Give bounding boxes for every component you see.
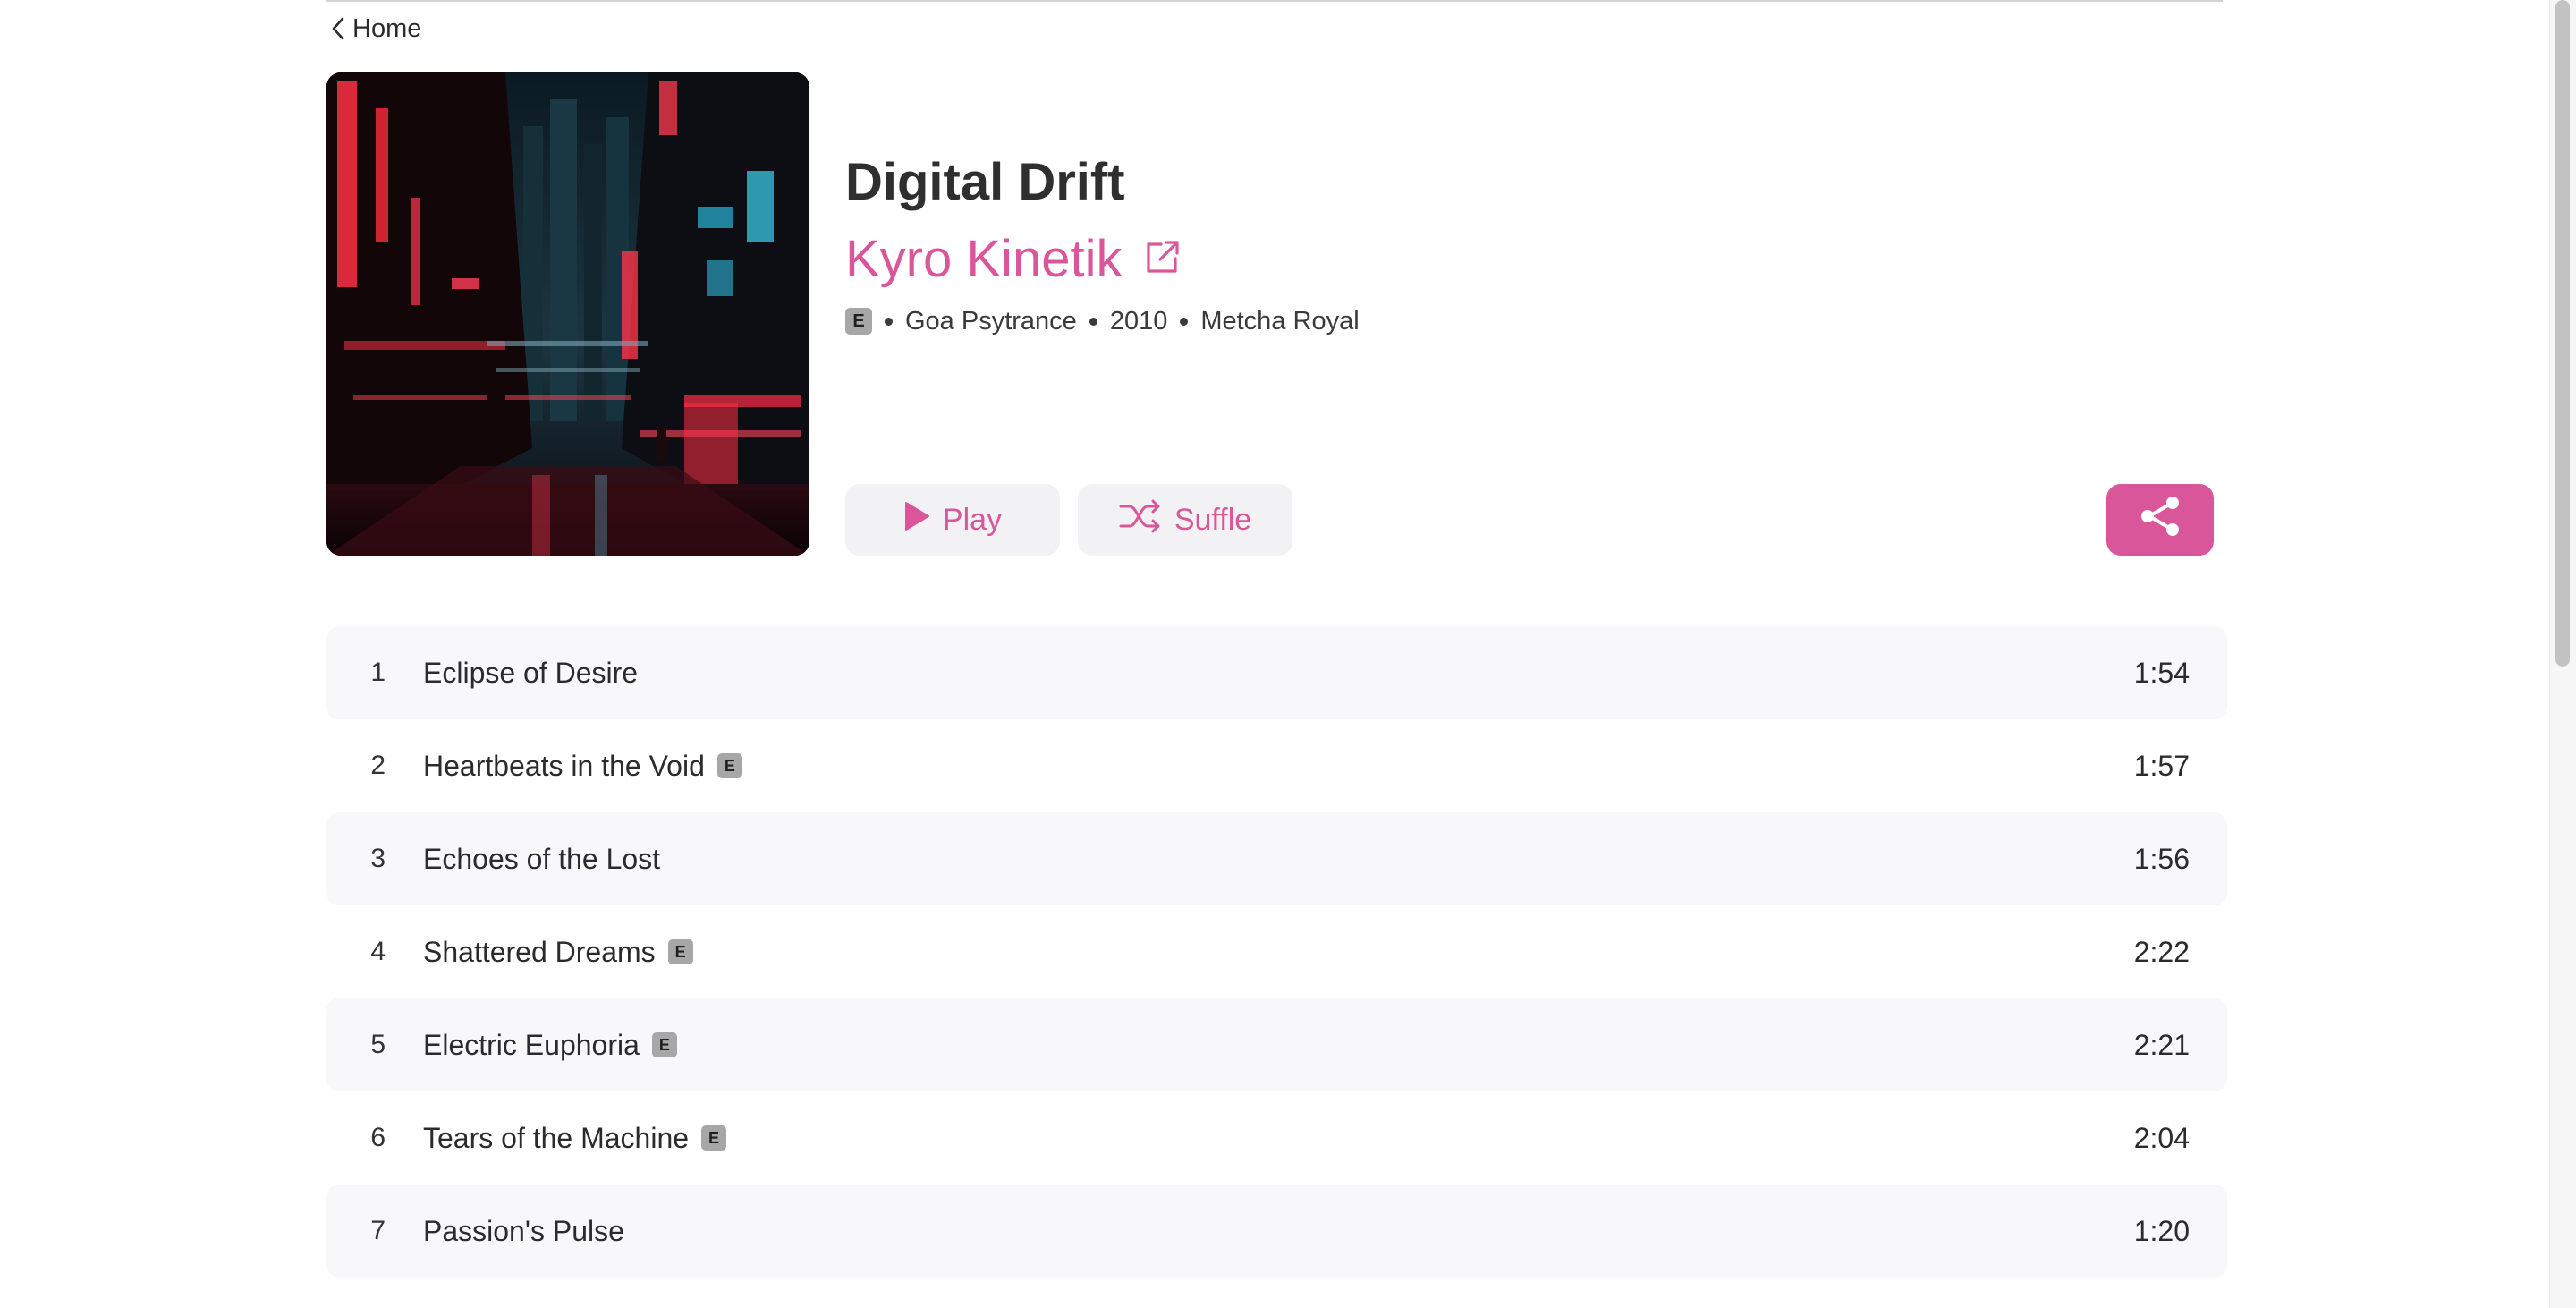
back-link-label: Home xyxy=(352,13,422,43)
shuffle-icon xyxy=(1119,499,1162,541)
track-row[interactable]: 2 Heartbeats in the Void E 1:57 xyxy=(326,719,2227,812)
shuffle-button[interactable]: Suffle xyxy=(1078,484,1292,556)
explicit-badge: E xyxy=(667,939,693,964)
explicit-badge: E xyxy=(845,308,872,335)
track-number: 4 xyxy=(370,937,386,966)
scrollbar-thumb[interactable] xyxy=(2555,0,2570,667)
artist-name: Kyro Kinetik xyxy=(845,230,1123,288)
artist-link[interactable]: Kyro Kinetik xyxy=(845,229,1182,289)
track-row[interactable]: 6 Tears of the Machine E 2:04 xyxy=(326,1091,2227,1185)
album-year: 2010 xyxy=(1109,306,1168,335)
share-button[interactable] xyxy=(2106,484,2214,556)
meta-separator xyxy=(885,317,893,326)
play-button-label: Play xyxy=(942,502,1003,537)
track-title: Echoes of the Lost xyxy=(423,842,661,875)
album-meta: E Goa Psytrance 2010 Metcha Royal xyxy=(845,304,1360,338)
track-title: Eclipse of Desire xyxy=(423,656,639,689)
track-duration: 2:04 xyxy=(2133,1121,2190,1154)
track-duration: 2:22 xyxy=(2133,935,2190,968)
track-duration: 1:54 xyxy=(2133,656,2190,689)
track-title: Tears of the Machine xyxy=(423,1121,690,1154)
top-divider xyxy=(326,0,2223,2)
track-title: Shattered Dreams xyxy=(423,935,656,968)
meta-separator xyxy=(1180,317,1189,326)
play-icon xyxy=(903,501,930,539)
track-row[interactable]: 4 Shattered Dreams E 2:22 xyxy=(326,905,2227,998)
album-genre: Goa Psytrance xyxy=(905,306,1077,335)
track-number: 2 xyxy=(370,751,386,780)
track-title: Passion's Pulse xyxy=(423,1214,624,1247)
play-button[interactable]: Play xyxy=(845,484,1060,556)
album-cover xyxy=(326,72,809,556)
track-number: 3 xyxy=(370,844,386,873)
track-row[interactable]: 1 Eclipse of Desire 1:54 xyxy=(326,626,2227,719)
album-label: Metcha Royal xyxy=(1200,306,1360,335)
track-number: 1 xyxy=(370,658,386,687)
track-duration: 1:57 xyxy=(2133,749,2190,782)
track-number: 5 xyxy=(370,1030,386,1059)
track-duration: 1:56 xyxy=(2133,842,2190,875)
track-duration: 1:20 xyxy=(2133,1214,2190,1247)
track-row[interactable]: 3 Echoes of the Lost 1:56 xyxy=(326,812,2227,905)
explicit-badge: E xyxy=(651,1032,677,1057)
track-duration: 2:21 xyxy=(2133,1028,2190,1061)
back-home-link[interactable]: Home xyxy=(331,13,421,45)
chevron-left-icon xyxy=(331,16,345,41)
meta-separator xyxy=(1089,317,1097,326)
track-row[interactable]: 5 Electric Euphoria E 2:21 xyxy=(326,998,2227,1091)
external-link-icon xyxy=(1143,237,1182,281)
track-title: Heartbeats in the Void xyxy=(423,749,705,782)
track-title: Electric Euphoria xyxy=(423,1028,640,1061)
track-row[interactable]: 7 Passion's Pulse 1:20 xyxy=(326,1185,2227,1278)
track-number: 6 xyxy=(370,1123,386,1152)
explicit-badge: E xyxy=(716,753,742,778)
share-icon xyxy=(2137,493,2183,548)
album-title: Digital Drift xyxy=(845,153,1125,211)
track-list: 1 Eclipse of Desire 1:54 2 Heartbeats in… xyxy=(326,626,2227,1278)
explicit-badge: E xyxy=(701,1125,727,1151)
shuffle-button-label: Suffle xyxy=(1174,502,1252,537)
track-number: 7 xyxy=(370,1216,386,1245)
